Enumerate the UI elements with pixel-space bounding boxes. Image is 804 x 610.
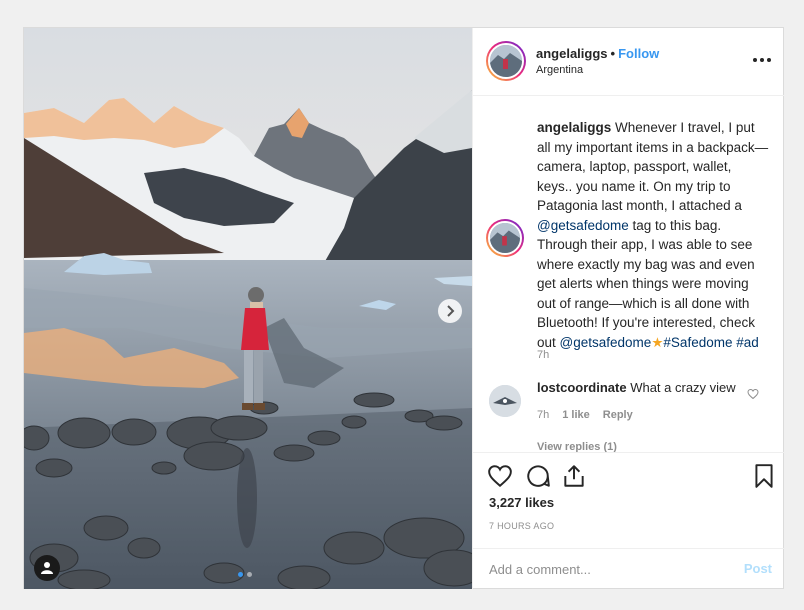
landscape-image xyxy=(24,28,472,589)
user-icon xyxy=(41,562,53,574)
author-avatar[interactable] xyxy=(486,41,526,81)
comment-input[interactable] xyxy=(489,559,729,579)
comment-likes[interactable]: 1 like xyxy=(562,409,590,421)
post-location[interactable]: Argentina xyxy=(536,64,583,76)
hashtag-link[interactable]: #ad xyxy=(736,335,759,350)
avatar-image xyxy=(490,45,522,77)
mention-link[interactable]: @getsafedome xyxy=(537,218,629,233)
caption-username[interactable]: angelaliggs xyxy=(537,120,611,135)
post-comment-button[interactable]: Post xyxy=(744,561,772,576)
carousel-indicator xyxy=(238,572,252,577)
chevron-right-icon xyxy=(447,305,455,317)
author-username[interactable]: angelaliggs xyxy=(536,46,608,61)
post-time-ago: 7 HOURS AGO xyxy=(489,521,555,531)
comment-like-heart-icon[interactable] xyxy=(747,388,759,400)
post-header: angelaliggs • Follow Argentina xyxy=(473,28,784,96)
follow-button[interactable]: Follow xyxy=(618,46,659,61)
avatar-image xyxy=(490,223,520,253)
comment-bubble-icon[interactable] xyxy=(525,463,551,489)
star-emoji: ★ xyxy=(651,334,664,350)
reply-button[interactable]: Reply xyxy=(603,409,633,421)
bookmark-save-icon[interactable] xyxy=(751,463,777,489)
post-actions: 3,227 likes 7 HOURS AGO xyxy=(473,452,785,547)
comment-body: lostcoordinate What a crazy view xyxy=(537,380,736,395)
caption-text: tag to this bag. Through their app, I wa… xyxy=(537,217,755,350)
post-photo[interactable] xyxy=(24,28,472,589)
carousel-dot-active xyxy=(238,572,243,577)
instagram-post: angelaliggs • Follow Argentina angelaliggs… xyxy=(23,27,785,589)
comment-timestamp: 7h xyxy=(537,409,550,421)
comments-section[interactable]: angelaliggs Whenever I travel, I put all… xyxy=(473,97,785,452)
comment-text: What a crazy view xyxy=(630,380,736,395)
share-upload-icon[interactable] xyxy=(561,463,587,489)
post-caption: angelaliggs Whenever I travel, I put all… xyxy=(537,118,769,352)
commenter-username[interactable]: lostcoordinate xyxy=(537,380,627,395)
hashtag-link[interactable]: #Safedome xyxy=(663,335,732,350)
like-heart-icon[interactable] xyxy=(487,463,513,489)
next-photo-button[interactable] xyxy=(438,299,462,323)
caption-timestamp: 7h xyxy=(537,349,550,361)
view-replies-link[interactable]: View replies (1) xyxy=(537,441,617,452)
tagged-users-button[interactable] xyxy=(34,555,60,581)
add-comment-bar: Post xyxy=(473,548,785,589)
comment-meta: 7h 1 like Reply xyxy=(537,409,633,421)
post-sidebar: angelaliggs • Follow Argentina angelaliggs… xyxy=(472,28,785,589)
likes-count[interactable]: 3,227 likes xyxy=(489,495,554,510)
more-horizontal-icon[interactable] xyxy=(752,53,772,67)
commenter-avatar[interactable] xyxy=(489,385,521,417)
separator-dot: • xyxy=(610,46,616,61)
carousel-dot xyxy=(247,572,252,577)
caption-avatar[interactable] xyxy=(486,219,524,257)
mention-link[interactable]: @getsafedome xyxy=(560,335,652,350)
avatar-image xyxy=(489,385,521,417)
